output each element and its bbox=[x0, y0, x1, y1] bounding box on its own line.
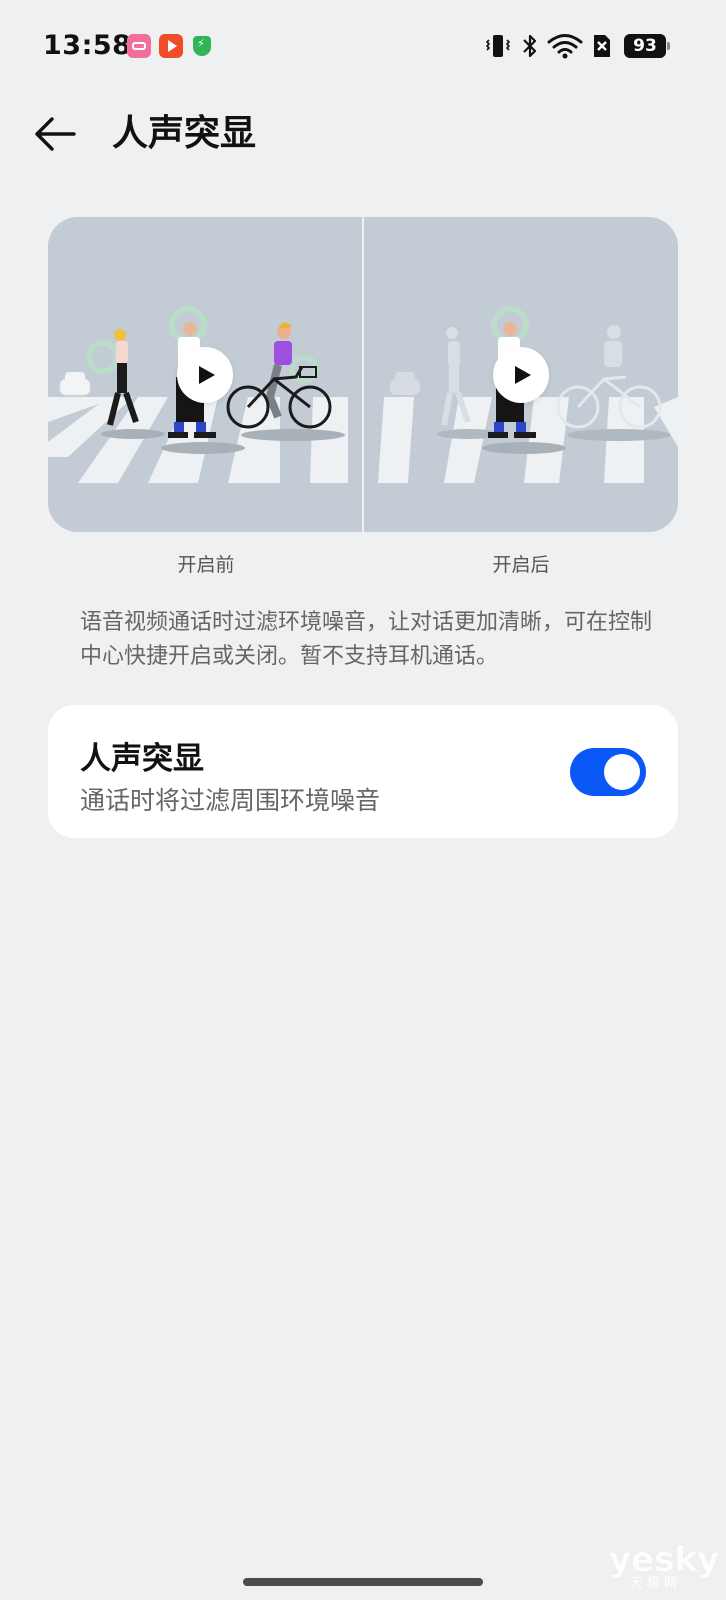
voice-highlight-toggle[interactable] bbox=[570, 748, 646, 796]
toggle-knob bbox=[604, 754, 640, 790]
setting-title: 人声突显 bbox=[80, 741, 204, 777]
wifi-icon bbox=[547, 34, 583, 59]
security-shield-icon bbox=[193, 36, 211, 56]
feature-description: 语音视频通话时过滤环境噪音，让对话更加清晰，可在控制中心快捷开启或关闭。暂不支持… bbox=[80, 610, 653, 669]
status-bar: 13:58 93 bbox=[0, 0, 726, 96]
bluetooth-icon bbox=[523, 34, 537, 58]
voice-highlight-setting-card[interactable]: 人声突显 通话时将过滤周围环境噪音 bbox=[48, 705, 678, 838]
after-caption: 开启后 bbox=[492, 554, 550, 576]
before-caption: 开启前 bbox=[177, 554, 235, 576]
no-sim-icon bbox=[594, 35, 610, 57]
battery-indicator: 93 bbox=[624, 34, 670, 58]
setting-subtitle: 通话时将过滤周围环境噪音 bbox=[80, 786, 381, 815]
page-title: 人声突显 bbox=[112, 113, 257, 154]
home-indicator[interactable] bbox=[243, 1578, 483, 1586]
vibrate-icon bbox=[486, 35, 510, 57]
illustration-card bbox=[48, 217, 678, 532]
watermark-sub: 天极网 bbox=[630, 1576, 682, 1591]
play-before-button[interactable] bbox=[177, 347, 233, 403]
video-app-icon bbox=[159, 34, 183, 58]
play-after-button[interactable] bbox=[493, 347, 549, 403]
status-time: 13:58 bbox=[43, 30, 132, 61]
bilibili-app-icon bbox=[127, 34, 151, 58]
back-button[interactable] bbox=[30, 108, 86, 160]
